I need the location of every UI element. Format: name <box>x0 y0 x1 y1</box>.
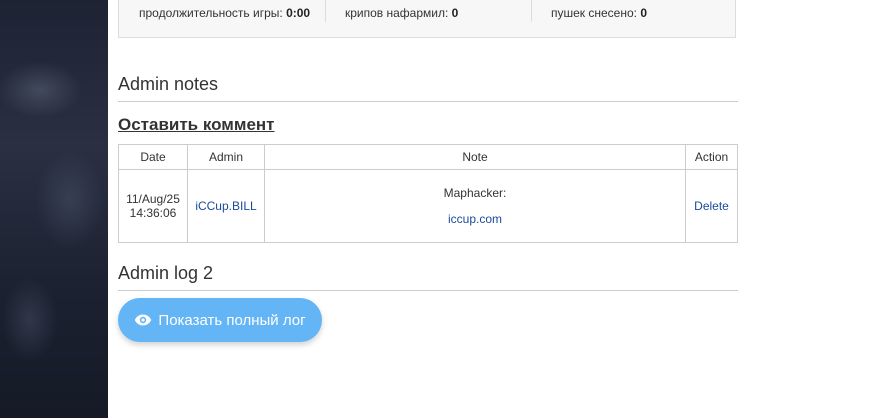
admin-notes-table: Date Admin Note Action 11/Aug/25 14:36:0… <box>118 144 738 243</box>
table-header-row: Date Admin Note Action <box>118 144 738 170</box>
note-date: 11/Aug/25 <box>126 192 180 206</box>
note-date-cell: 11/Aug/25 14:36:06 <box>118 169 188 243</box>
admin-log-heading: Admin log 2 <box>118 263 738 291</box>
stat-towers-value: 0 <box>640 6 648 20</box>
stat-divider <box>531 0 532 22</box>
stat-creeps: крипов нафармил: 0 <box>345 6 458 20</box>
stat-towers-label: пушек снесено: <box>551 6 637 20</box>
show-full-log-label: Показать полный лог <box>158 311 306 329</box>
note-text: Maphacker: <box>443 186 507 200</box>
column-header-admin: Admin <box>187 144 265 170</box>
stat-duration-label: продолжительность игры: <box>139 6 283 20</box>
column-header-note: Note <box>264 144 686 170</box>
admin-profile-link[interactable]: iCCup.BILL <box>195 199 256 213</box>
note-link[interactable]: iccup.com <box>448 212 502 226</box>
note-admin-cell: iCCup.BILL <box>187 169 265 243</box>
note-text-cell: Maphacker: iccup.com <box>264 169 686 243</box>
stat-duration: продолжительность игры: 0:00 <box>139 6 310 20</box>
stat-creeps-value: 0 <box>451 6 459 20</box>
column-header-action: Action <box>685 144 738 170</box>
stat-creeps-label: крипов нафармил: <box>345 6 449 20</box>
eye-icon <box>135 314 152 326</box>
stat-divider <box>325 0 326 22</box>
delete-note-link[interactable]: Delete <box>694 199 729 213</box>
stat-duration-value: 0:00 <box>286 6 311 20</box>
stat-towers: пушек снесено: 0 <box>551 6 647 20</box>
leave-comment-link[interactable]: Оставить коммент <box>118 115 275 135</box>
background-artwork <box>0 0 108 418</box>
note-action-cell: Delete <box>685 169 738 243</box>
game-stats-panel: продолжительность игры: 0:00 крипов нафа… <box>118 0 736 38</box>
note-time: 14:36:06 <box>129 206 177 220</box>
table-row: 11/Aug/25 14:36:06 iCCup.BILL Maphacker:… <box>118 169 738 243</box>
show-full-log-button[interactable]: Показать полный лог <box>118 298 322 342</box>
column-header-date: Date <box>118 144 188 170</box>
admin-notes-heading: Admin notes <box>118 74 738 102</box>
